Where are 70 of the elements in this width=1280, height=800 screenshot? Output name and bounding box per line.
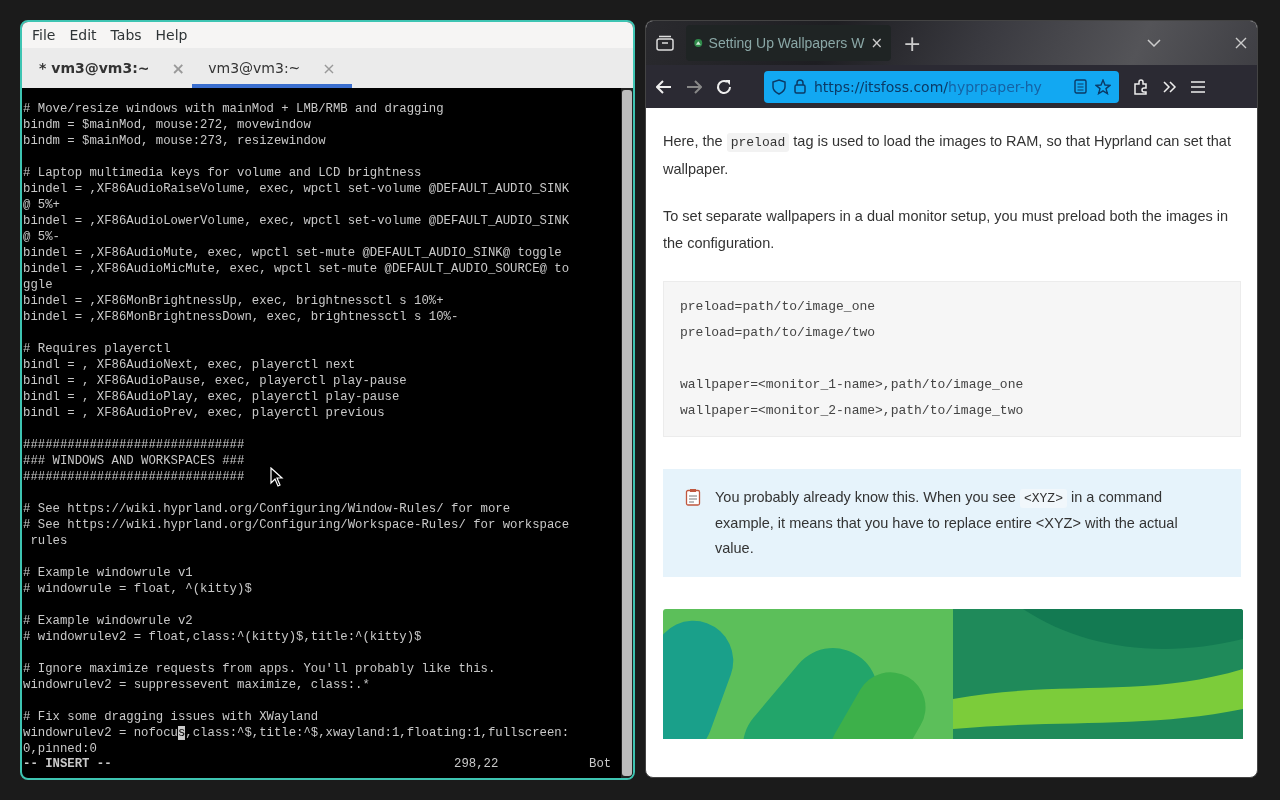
code-line: wallpaper=<monitor_2-name>,path/to/image_two	[680, 402, 1025, 420]
puzzle-piece-icon[interactable]	[1133, 78, 1149, 95]
code-line: windowrulev2 = suppressevent maximize, class:.*	[23, 677, 370, 693]
forward-arrow-icon[interactable]	[686, 79, 702, 94]
menu-item[interactable]: File	[26, 27, 62, 43]
chevron-down-icon[interactable]	[1147, 39, 1161, 47]
close-icon[interactable]: ×	[870, 34, 883, 52]
code-line: bindel = ,XF86AudioLowerVolume, exec, wpctl set-volume @DEFAULT_AUDIO_SINK	[23, 213, 570, 229]
code-line: bindel = ,XF86AudioRaiseVolume, exec, wpctl set-volume @DEFAULT_AUDIO_SINK	[23, 181, 570, 197]
code-line: bindl = , XF86AudioPrev, exec, playerctl previous	[23, 405, 385, 421]
back-arrow-icon[interactable]	[656, 79, 672, 94]
code-line: # Fix some dragging issues with XWayland	[23, 709, 319, 725]
menu-item[interactable]: Tabs	[104, 27, 148, 43]
code-line: # Requires playerctl	[23, 341, 171, 357]
article-paragraph: To set separate wallpapers in a dual monitor setup, you must preload both the images in the configuration.	[663, 207, 1230, 253]
code-line: bindel = ,XF86AudioMicMute, exec, wpctl set-mute @DEFAULT_AUDIO_SOURCE@ to	[23, 261, 570, 277]
code-line: preload=path/to/image_one	[680, 298, 877, 316]
menu-icon[interactable]	[1191, 80, 1205, 93]
code-line: # Ignore maximize requests from apps. You'll probably like this.	[23, 661, 496, 677]
double-chevron-icon[interactable]	[1163, 80, 1177, 93]
code-line: bindl = , XF86AudioNext, exec, playerctl next	[23, 357, 356, 373]
reload-icon[interactable]	[716, 78, 732, 95]
text-cursor: s	[177, 726, 186, 740]
lock-icon	[794, 79, 806, 94]
code-line: # windowrule = float, ^(kitty)$	[23, 581, 252, 597]
clipboard-icon	[685, 488, 701, 506]
code-line: bindl = , XF86AudioPause, exec, playerctl play-pause	[23, 373, 407, 389]
code-line: # Move/resize windows with mainMod + LMB/RMB and dragging	[23, 101, 444, 117]
code-line: ### WINDOWS AND WORKSPACES ###	[23, 453, 245, 469]
tab-list-icon[interactable]	[656, 35, 674, 51]
code-line: bindel = ,XF86AudioMute, exec, wpctl set-mute @DEFAULT_AUDIO_SINK@ toggle	[23, 245, 562, 261]
code-line: bindm = $mainMod, mouse:273, resizewindow	[23, 133, 326, 149]
code-line: @ 5%-	[23, 229, 60, 245]
terminal-tab[interactable]: vm3@vm3:~ ×	[192, 48, 352, 88]
code-line: wallpaper=<monitor_1-name>,path/to/image_one	[680, 376, 1025, 394]
mouse-pointer-icon	[270, 467, 284, 487]
code-line: @ 5%+	[23, 197, 60, 213]
code-line: # Laptop multimedia keys for volume and LCD brightness	[23, 165, 422, 181]
code-line: bindl = , XF86AudioPlay, exec, playerctl play-pause	[23, 389, 400, 405]
code-line: bindel = ,XF86MonBrightnessUp, exec, brightnessctl s 10%+	[23, 293, 444, 309]
code-line: rules	[29, 533, 68, 549]
code-line: windowrulev2 = nofocus,class:^$,title:^$,xwayland:1,floating:1,fullscreen:	[23, 725, 570, 741]
code-line: bindm = $mainMod, mouse:272, movewindow	[23, 117, 311, 133]
reader-view-icon[interactable]	[1074, 79, 1087, 94]
shield-icon	[772, 78, 786, 95]
terminal-tab[interactable]: * vm3@vm3:~ ×	[32, 48, 192, 88]
note-text: You probably already know this. When you see <XYZ> in a command example, it means that you have to replace entire <XYZ> with the actual value.	[715, 488, 1179, 558]
mode-indicator: -- INSERT --	[23, 756, 112, 772]
close-icon[interactable]	[1235, 37, 1247, 49]
code-line: # See https://wiki.hyprland.org/Configuring/Window-Rules/ for more	[23, 501, 511, 517]
code-line: 0,pinned:0	[23, 741, 97, 757]
article-paragraph: Here, the preload tag is used to load the images to RAM, so that Hyprland can set that wallpaper.	[663, 132, 1232, 179]
code-line: ##############################	[23, 437, 245, 453]
code-line: # Example windowrule v1	[23, 565, 193, 581]
star-icon[interactable]	[1095, 78, 1111, 95]
code-line: # windowrulev2 = float,class:^(kitty)$,title:^(kitty)$	[23, 629, 422, 645]
code-line: # See https://wiki.hyprland.org/Configuring/Workspace-Rules/ for workspace	[23, 517, 570, 533]
cursor-position: 298,22	[454, 756, 500, 772]
code-line: # Example windowrule v2	[23, 613, 193, 629]
site-icon	[694, 36, 703, 50]
code-line: preload=path/to/image/two	[680, 324, 877, 342]
code-line: ##############################	[23, 469, 245, 485]
new-tab-icon[interactable]: +	[903, 30, 922, 56]
browser-tab[interactable]: Setting Up Wallpapers W ×	[686, 25, 891, 61]
code-line: ggle	[23, 277, 53, 293]
address-bar[interactable]: https://itsfoss.com/hyprpaper-hy	[764, 70, 1119, 103]
code-line: bindel = ,XF86MonBrightnessDown, exec, brightnessctl s 10%-	[23, 309, 459, 325]
menu-item[interactable]: Edit	[63, 27, 103, 43]
scroll-position: Bot	[589, 756, 613, 772]
menu-item[interactable]: Help	[149, 27, 194, 43]
